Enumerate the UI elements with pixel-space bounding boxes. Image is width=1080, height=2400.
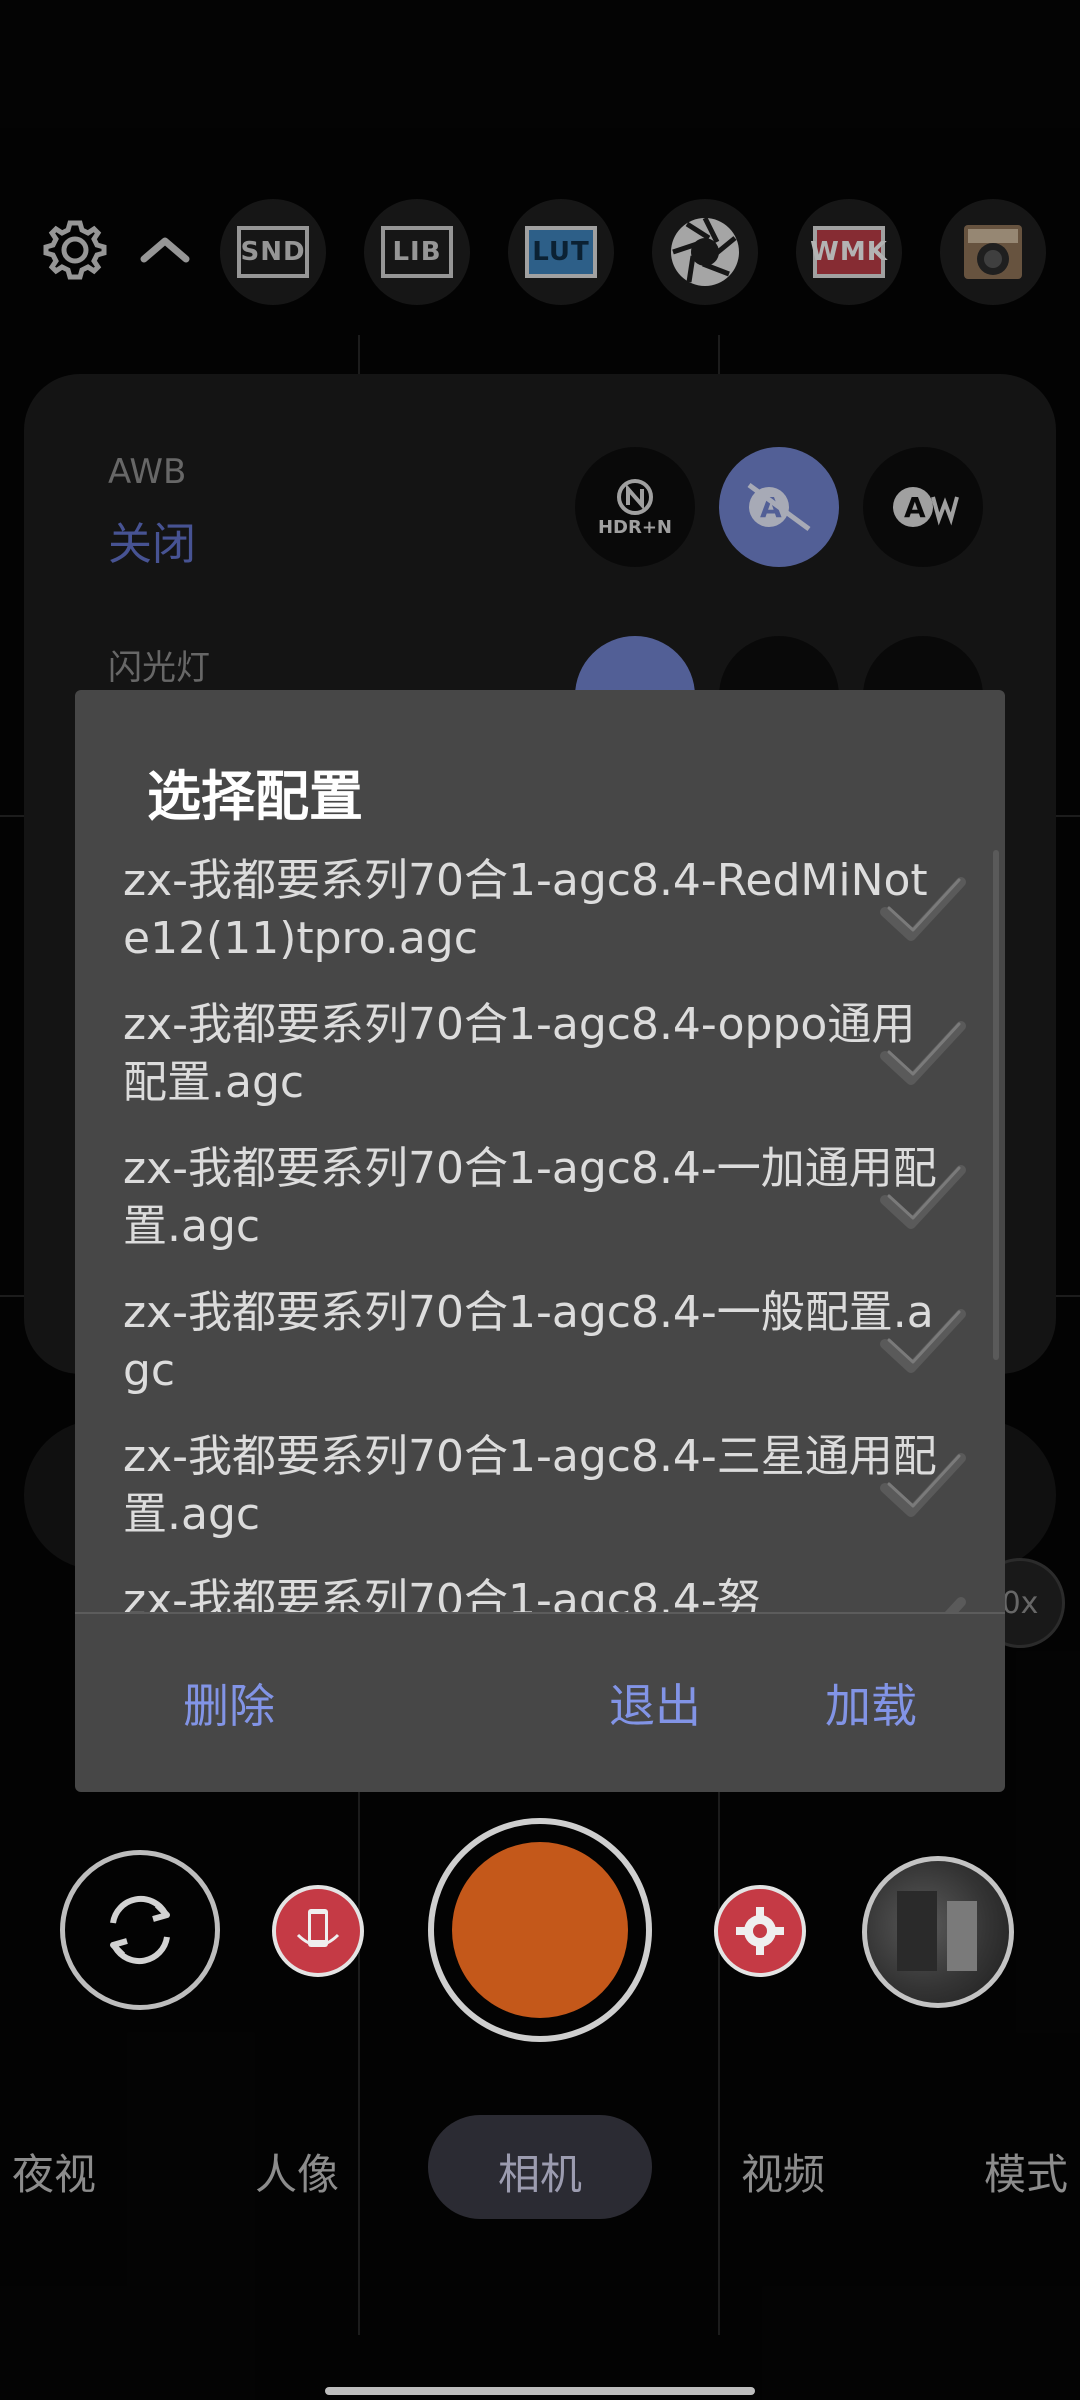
checkmark-icon[interactable]	[875, 1590, 971, 1612]
delete-button[interactable]: 删除	[183, 1670, 275, 1736]
gallery-thumbnail[interactable]	[862, 1856, 1014, 2008]
mode-portrait[interactable]: 人像	[255, 2141, 339, 2202]
quick-settings-button[interactable]	[714, 1885, 806, 1977]
list-item[interactable]: zx-我都要系列70合1-agc8.4-一般配置.agc	[75, 1272, 1005, 1416]
list-item[interactable]: zx-我都要系列70合1-agc8.4-努	[75, 1560, 1005, 1612]
list-scrollbar[interactable]	[993, 850, 999, 1360]
mode-more[interactable]: 模式	[984, 2141, 1068, 2202]
dialog-divider	[75, 1612, 1005, 1614]
load-button[interactable]: 加载	[825, 1670, 917, 1736]
switch-camera-icon	[110, 1895, 170, 1965]
mode-video[interactable]: 视频	[741, 2141, 825, 2202]
list-item[interactable]: zx-我都要系列70合1-agc8.4-三星通用配置.agc	[75, 1416, 1005, 1560]
gear-icon	[736, 1907, 784, 1955]
config-item-label: zx-我都要系列70合1-agc8.4-三星通用配置.agc	[123, 1431, 937, 1540]
phone-icon	[296, 1909, 340, 1947]
config-item-label: zx-我都要系列70合1-agc8.4-一般配置.agc	[123, 1287, 934, 1396]
config-item-label: zx-我都要系列70合1-agc8.4-一加通用配置.agc	[123, 1143, 937, 1252]
checkmark-icon[interactable]	[875, 1158, 971, 1238]
checkmark-icon[interactable]	[875, 1302, 971, 1382]
checkmark-icon[interactable]	[875, 1014, 971, 1094]
mode-bar: 夜视 人像 相机 视频 模式	[0, 2115, 1080, 2220]
checkmark-icon[interactable]	[875, 1446, 971, 1526]
mode-camera[interactable]: 相机	[498, 2141, 582, 2202]
list-item[interactable]: zx-我都要系列70合1-agc8.4-一加通用配置.agc	[75, 1128, 1005, 1272]
config-item-label: zx-我都要系列70合1-agc8.4-RedMiNote12(11)tpro.…	[123, 855, 928, 964]
shutter-button[interactable]	[452, 1842, 628, 2018]
dialog-title: 选择配置	[147, 765, 363, 828]
select-config-dialog: 选择配置 zx-我都要系列70合1-agc8.4-RedMiNote12(11)…	[75, 690, 1005, 1792]
device-mode-button[interactable]	[272, 1885, 364, 1977]
thumbnail-shape	[947, 1901, 977, 1971]
camera-screen: SND LIB LUT WMK AWB 关闭 闪光灯 HDR+N A A 0x …	[0, 0, 1080, 2400]
config-list[interactable]: zx-我都要系列70合1-agc8.4-RedMiNote12(11)tpro.…	[75, 840, 1005, 1612]
mode-night[interactable]: 夜视	[12, 2141, 96, 2202]
checkmark-icon[interactable]	[875, 870, 971, 950]
thumbnail-shape	[897, 1891, 937, 1971]
switch-camera-button[interactable]	[60, 1850, 220, 2010]
exit-button[interactable]: 退出	[609, 1670, 701, 1736]
config-item-label: zx-我都要系列70合1-agc8.4-努	[123, 1575, 761, 1612]
list-item[interactable]: zx-我都要系列70合1-agc8.4-RedMiNote12(11)tpro.…	[75, 840, 1005, 984]
home-indicator[interactable]	[325, 2387, 755, 2395]
config-item-label: zx-我都要系列70合1-agc8.4-oppo通用配置.agc	[123, 999, 916, 1108]
list-item[interactable]: zx-我都要系列70合1-agc8.4-oppo通用配置.agc	[75, 984, 1005, 1128]
